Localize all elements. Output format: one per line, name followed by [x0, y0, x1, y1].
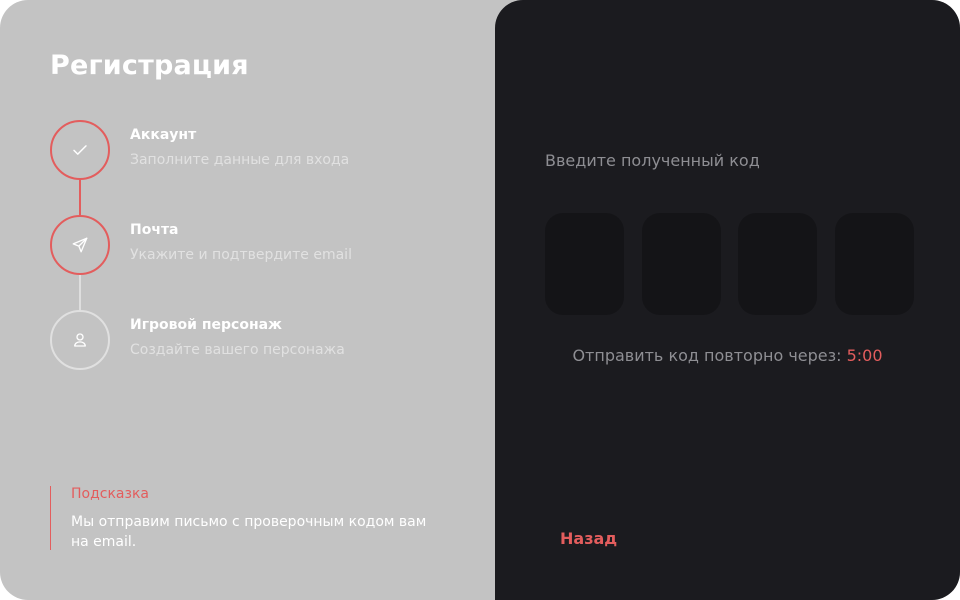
step-character: Игровой персонаж Создайте вашего персона…: [50, 310, 470, 370]
steps-panel: Регистрация Аккаунт Заполните данные для…: [0, 0, 495, 600]
check-icon: [73, 145, 87, 155]
resend-info: Отправить код повторно через: 5:00: [495, 346, 960, 365]
hint-text: Мы отправим письмо с проверочным кодом в…: [71, 514, 427, 550]
registration-window: Регистрация Аккаунт Заполните данные для…: [0, 0, 960, 600]
resend-text: Отправить код повторно через:: [572, 346, 842, 365]
back-button[interactable]: Назад: [560, 529, 617, 548]
code-digit-1[interactable]: [545, 213, 624, 315]
step-account-title: Аккаунт: [130, 127, 197, 143]
step-email-circle: [50, 215, 110, 275]
code-digit-4[interactable]: [835, 213, 914, 315]
page-title: Регистрация: [50, 50, 249, 81]
step-character-title: Игровой персонаж: [130, 317, 282, 333]
verification-panel: Введите полученный код Отправить код пов…: [495, 0, 960, 600]
step-character-subtitle: Создайте вашего персонажа: [130, 342, 345, 358]
step-account: Аккаунт Заполните данные для входа: [50, 120, 470, 180]
step-account-circle: [50, 120, 110, 180]
step-email-title: Почта: [130, 222, 179, 238]
user-icon: [74, 333, 86, 347]
step-account-subtitle: Заполните данные для входа: [130, 152, 350, 168]
hint-title: Подсказка: [71, 486, 149, 502]
send-icon: [72, 237, 88, 253]
code-digit-2[interactable]: [642, 213, 721, 315]
resend-timer: 5:00: [846, 346, 883, 365]
step-connector-1: [79, 178, 81, 215]
hint-box: Подсказка Мы отправим письмо с проверочн…: [50, 486, 451, 550]
step-email: Почта Укажите и подтвердите email: [50, 215, 470, 275]
code-digit-3[interactable]: [738, 213, 817, 315]
step-email-subtitle: Укажите и подтвердите email: [130, 247, 352, 263]
code-label: Введите полученный код: [545, 151, 760, 170]
step-connector-2: [79, 273, 81, 310]
step-character-circle: [50, 310, 110, 370]
